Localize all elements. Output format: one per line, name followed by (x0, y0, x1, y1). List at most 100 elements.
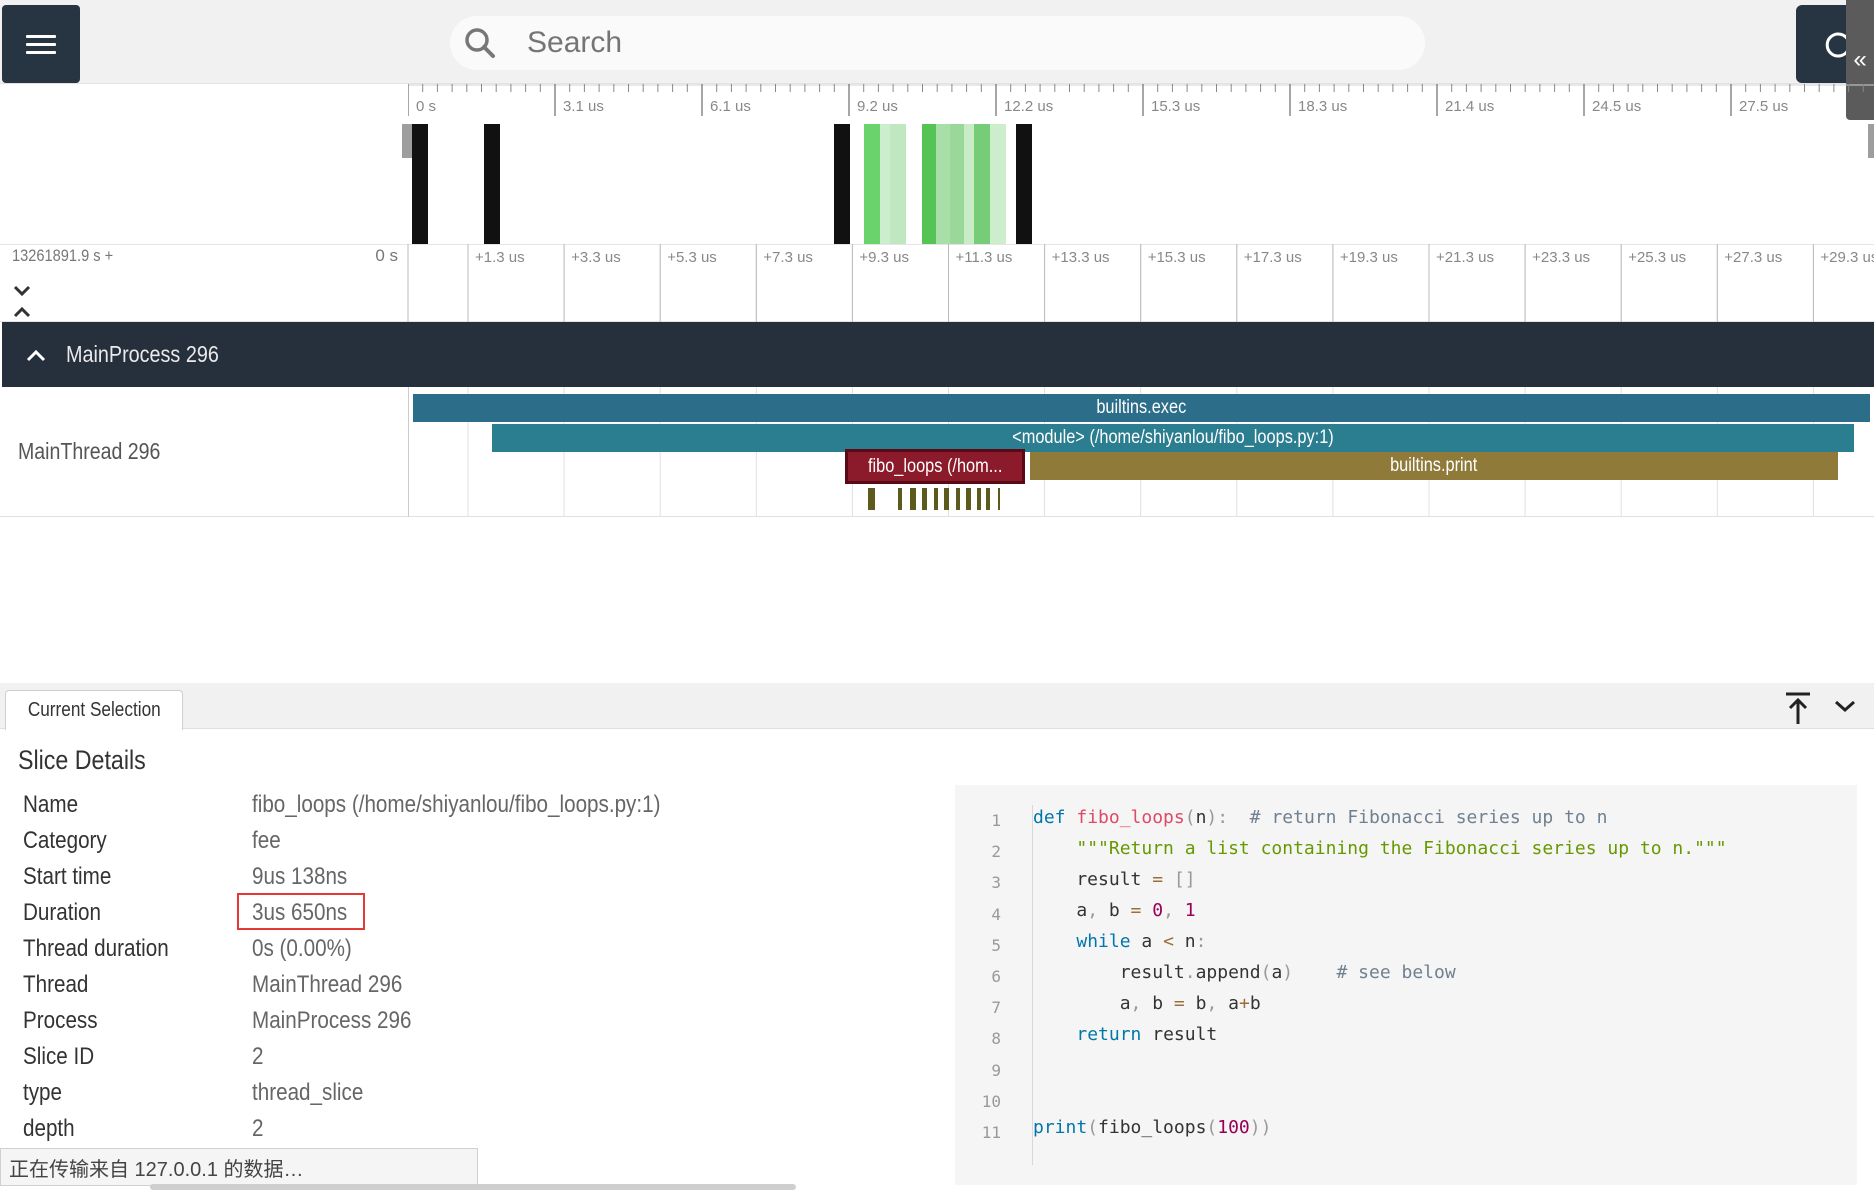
time-tick-label: +3.3 us (571, 249, 621, 266)
detail-label: depth (23, 1115, 75, 1142)
overview-activity-bar (864, 124, 880, 244)
status-bar: 正在传输来自 127.0.0.1 的数据… (0, 1148, 478, 1186)
detail-value: fibo_loops (/home/shiyanlou/fibo_loops.p… (252, 791, 661, 818)
code-line-number: 1 (991, 811, 1001, 830)
overview-tick-label: 18.3 us (1298, 98, 1347, 115)
code-line: """Return a list containing the Fibonacc… (1076, 838, 1727, 859)
search-icon (463, 26, 497, 60)
overview-timeline[interactable]: 0 s 3.1 us 6.1 us 9.2 us 12.2 us 15.3 us 18.3 … (408, 84, 1874, 244)
code-line: return result (1076, 1024, 1218, 1045)
hamburger-icon (26, 34, 56, 38)
overview-activity-bar (880, 124, 890, 244)
overview-activity-bar (834, 124, 850, 244)
time-tick-label: +7.3 us (763, 249, 813, 266)
slice-module[interactable]: <module> (/home/shiyanlou/fibo_loops.py:… (492, 424, 1854, 452)
time-tick-label: +21.3 us (1436, 249, 1494, 266)
code-line-number: 9 (991, 1060, 1001, 1080)
chevron-up-icon (26, 349, 46, 361)
detail-value: 0s (0.00%) (252, 935, 352, 962)
overview-tick-label: 3.1 us (563, 98, 604, 115)
thread-title: MainThread 296 (18, 438, 161, 464)
code-line-number: 4 (991, 904, 1001, 924)
code-line-number: 6 (991, 967, 1001, 986)
overview-activity-bar (922, 124, 936, 244)
overview-activity-bar (412, 124, 428, 244)
detail-value: thread_slice (252, 1079, 364, 1106)
overview-activity-bar (936, 124, 950, 244)
time-tick-label: +11.3 us (956, 249, 1013, 266)
duration-highlight-box (237, 893, 365, 930)
time-tick-label: +23.3 us (1532, 249, 1590, 266)
pin-to-top-icon[interactable] (1782, 690, 1814, 726)
detail-label: Name (23, 791, 79, 818)
time-tick-label: +9.3 us (859, 249, 909, 266)
slice-details-title: Slice Details (18, 745, 146, 775)
child-slices[interactable] (860, 488, 1010, 512)
detail-value: fee (252, 827, 281, 854)
code-line-number: 2 (991, 842, 1001, 862)
slice-builtins-print[interactable]: builtins.print (1030, 452, 1838, 480)
detail-label: Thread duration (23, 935, 169, 962)
overview-scroll-handle-right[interactable] (1868, 124, 1874, 158)
code-line-number: 5 (991, 935, 1001, 955)
detail-value: MainProcess 296 (252, 1007, 412, 1034)
detail-value: 2 (252, 1115, 264, 1142)
overview-tick-label: 21.4 us (1445, 98, 1494, 115)
overview-activity-bar (1016, 124, 1032, 244)
overview-scroll-handle-left[interactable] (402, 124, 412, 158)
code-line: def fibo_loops(n): # return Fibonacci se… (1033, 807, 1608, 828)
detail-label: Slice ID (23, 1043, 95, 1070)
time-tick-label: +13.3 us (1052, 249, 1110, 266)
detail-label: Process (23, 1007, 98, 1034)
time-tick-label: +1.3 us (475, 249, 525, 266)
overview-activity-bar (974, 124, 990, 244)
process-title: MainProcess 296 (66, 341, 219, 367)
code-line-number: 11 (981, 1123, 1001, 1142)
overview-activity-bar (890, 124, 906, 244)
overview-tick-label: 0 s (416, 98, 436, 115)
tab-current-selection[interactable]: Current Selection (5, 690, 183, 730)
code-line-number: 3 (991, 873, 1001, 893)
double-chevron-left-icon: « (1853, 46, 1867, 73)
overview-tick-label: 12.2 us (1004, 98, 1053, 115)
detail-value: 9us 138ns (252, 863, 348, 890)
search-bar[interactable] (450, 16, 1425, 70)
slice-fibo-loops-selected[interactable]: fibo_loops (/hom... (845, 449, 1025, 484)
menu-button[interactable] (2, 5, 80, 83)
time-tick-label: +5.3 us (667, 249, 717, 266)
code-line: print(fibo_loops(100)) (1033, 1117, 1272, 1138)
overview-tick-label: 9.2 us (857, 98, 898, 115)
details-tab-bar (0, 683, 1874, 729)
chevron-down-icon[interactable] (1830, 694, 1860, 718)
code-line: a, b = 0, 1 (1033, 900, 1196, 921)
slice-builtins-exec[interactable]: builtins.exec (413, 394, 1870, 422)
overview-tick-label: 15.3 us (1151, 98, 1200, 115)
code-line-number: 10 (981, 1091, 1001, 1111)
overview-tick-label: 6.1 us (710, 98, 751, 115)
detail-label: Start time (23, 863, 112, 890)
overview-tick-label: 24.5 us (1592, 98, 1641, 115)
detail-value: 2 (252, 1043, 264, 1070)
overview-activity-bar (964, 124, 974, 244)
detail-label: type (23, 1079, 63, 1106)
process-track-header[interactable]: MainProcess 296 (2, 322, 1874, 387)
overview-activity-bar (484, 124, 500, 244)
code-line: result.append(a) # see below (1033, 962, 1456, 983)
detail-label: Duration (23, 899, 102, 926)
code-line: a, b = b, a+b (1033, 993, 1261, 1014)
time-tick-label: +25.3 us (1628, 249, 1686, 266)
time-tick-label: +19.3 us (1340, 249, 1398, 266)
detail-label: Category (23, 827, 107, 854)
search-input[interactable] (527, 26, 1327, 60)
time-tick-label: +17.3 us (1244, 249, 1302, 266)
horizontal-scrollbar[interactable] (150, 1184, 796, 1190)
overview-tick-label: 27.5 us (1739, 98, 1788, 115)
time-tick-label: +29.3 us (1820, 249, 1874, 266)
code-line: while a < n: (1076, 931, 1207, 952)
code-line-number: 7 (991, 998, 1001, 1018)
time-tick-label: +27.3 us (1724, 249, 1782, 266)
detail-label: Thread (23, 971, 89, 998)
overview-activity-bar (950, 124, 964, 244)
source-code-viewer[interactable]: 1 2 3 4 5 6 7 8 9 10 11 def fibo_loops(n): # retur… (955, 785, 1857, 1185)
code-line: result = [] (1033, 869, 1196, 890)
